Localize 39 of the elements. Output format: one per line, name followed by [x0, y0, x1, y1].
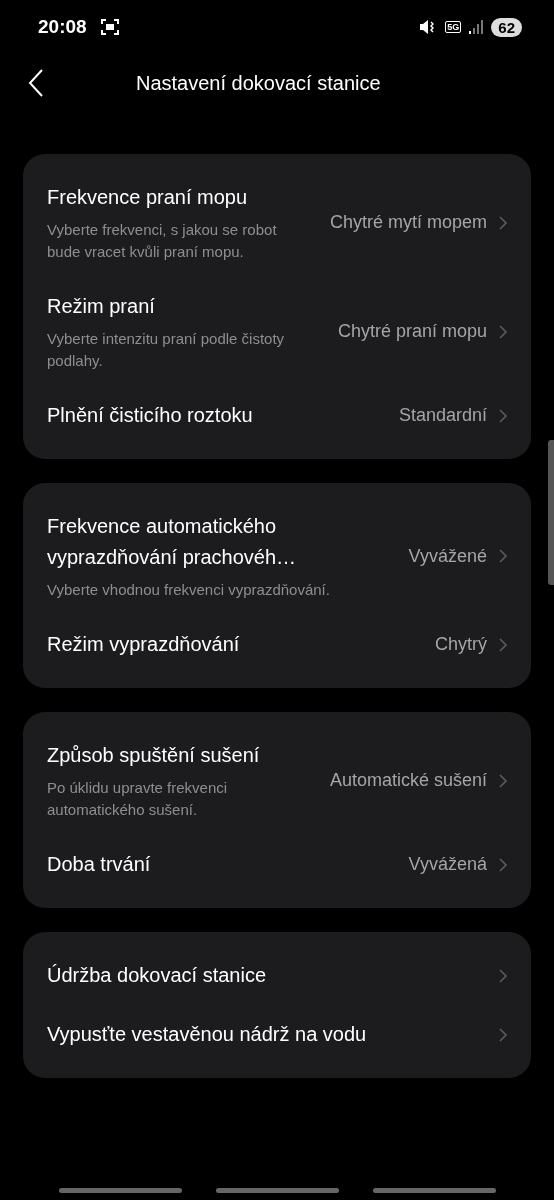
setting-value[interactable]: Vyvážená	[408, 854, 487, 875]
chevron-icon	[499, 1027, 507, 1042]
chevron-icon	[499, 968, 507, 983]
setting-title[interactable]: Vypusťte vestavěnou nádrž na vodu	[47, 1019, 487, 1050]
chevron-icon	[499, 549, 507, 563]
setting-title[interactable]: Plnění čisticího roztoku	[47, 400, 379, 431]
setting-description: Vyberte vhodnou frekvenci vyprazdňování.	[47, 580, 331, 600]
setting-value[interactable]: Standardní	[398, 405, 487, 426]
setting-value[interactable]: Chytrý	[435, 634, 487, 655]
nav-bar-handle[interactable]	[215, 1188, 339, 1193]
setting-value[interactable]: Vyvážené	[408, 545, 487, 567]
chevron-icon	[499, 773, 507, 788]
status-time: 20:08	[38, 16, 87, 38]
back-icon[interactable]	[28, 69, 44, 97]
setting-title[interactable]: Režim praní	[47, 291, 318, 322]
signal-icon	[469, 20, 484, 34]
battery-level: 62	[491, 17, 522, 37]
setting-title[interactable]: Doba trvání	[47, 849, 389, 880]
setting-title[interactable]: Způsob spuštění sušení	[47, 740, 310, 771]
nav-bar-handle[interactable]	[372, 1188, 496, 1193]
chevron-icon	[499, 215, 507, 230]
chevron-icon	[499, 324, 507, 339]
setting-title[interactable]: Údržba dokovací stanice	[47, 960, 487, 991]
chevron-icon	[499, 637, 507, 652]
setting-title[interactable]: Frekvence automatického vyprazdňování prachovéh…	[47, 511, 389, 573]
chevron-icon	[499, 857, 507, 872]
setting-title[interactable]: Režim vyprazdňování	[47, 629, 415, 660]
setting-value[interactable]: Chytré mytí mopem	[329, 212, 487, 233]
chevron-icon	[499, 408, 507, 423]
network-type: 5G	[445, 21, 462, 33]
setting-description: Vyberte intenzitu praní podle čistoty podlahy.	[47, 329, 286, 371]
nav-bar-handle[interactable]	[58, 1188, 182, 1193]
setting-value[interactable]: Automatické sušení	[329, 770, 487, 791]
setting-description: Vyberte frekvenci, s jakou se robot bude vracet kvůli praní mopu.	[47, 220, 278, 262]
setting-description: Po úklidu upravte frekvenci automatického sušení.	[47, 778, 229, 820]
screenshot-icon	[100, 19, 119, 35]
setting-title[interactable]: Frekvence praní mopu	[47, 182, 310, 213]
page-title: Nastavení dokovací stanice	[136, 71, 381, 95]
setting-value[interactable]: Chytré praní mopu	[337, 321, 487, 342]
